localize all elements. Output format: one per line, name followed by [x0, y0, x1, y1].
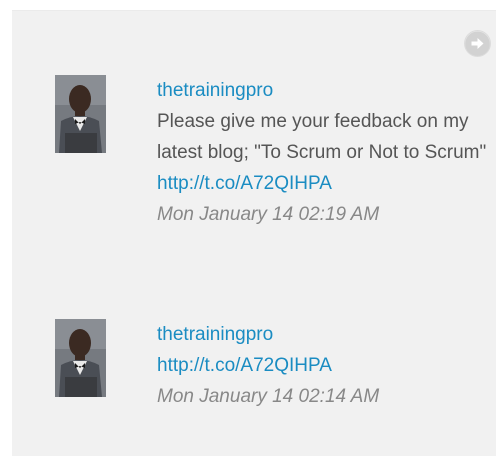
- tweet-username-link[interactable]: thetrainingpro: [157, 75, 487, 106]
- avatar[interactable]: [55, 75, 106, 153]
- tweet-body: thetrainingpro Please give me your feedb…: [157, 75, 487, 230]
- tweet-username-link[interactable]: thetrainingpro: [157, 319, 487, 350]
- user-avatar-icon: [55, 319, 106, 397]
- tweet-timestamp: Mon January 14 02:19 AM: [157, 204, 380, 225]
- twitter-feed-panel: thetrainingpro Please give me your feedb…: [12, 10, 496, 456]
- arrow-right-circle-icon: [465, 31, 490, 56]
- tweet-timestamp: Mon January 14 02:14 AM: [157, 386, 380, 407]
- avatar[interactable]: [55, 319, 106, 397]
- next-arrow-button[interactable]: [465, 31, 490, 56]
- tweet-body: thetrainingpro http://t.co/A72QIHPA Mon …: [157, 319, 487, 412]
- tweet-url-link[interactable]: http://t.co/A72QIHPA: [157, 168, 487, 199]
- tweet-text: Please give me your feedback on my lates…: [157, 111, 487, 163]
- tweet-url-link[interactable]: http://t.co/A72QIHPA: [157, 350, 487, 381]
- user-avatar-icon: [55, 75, 106, 153]
